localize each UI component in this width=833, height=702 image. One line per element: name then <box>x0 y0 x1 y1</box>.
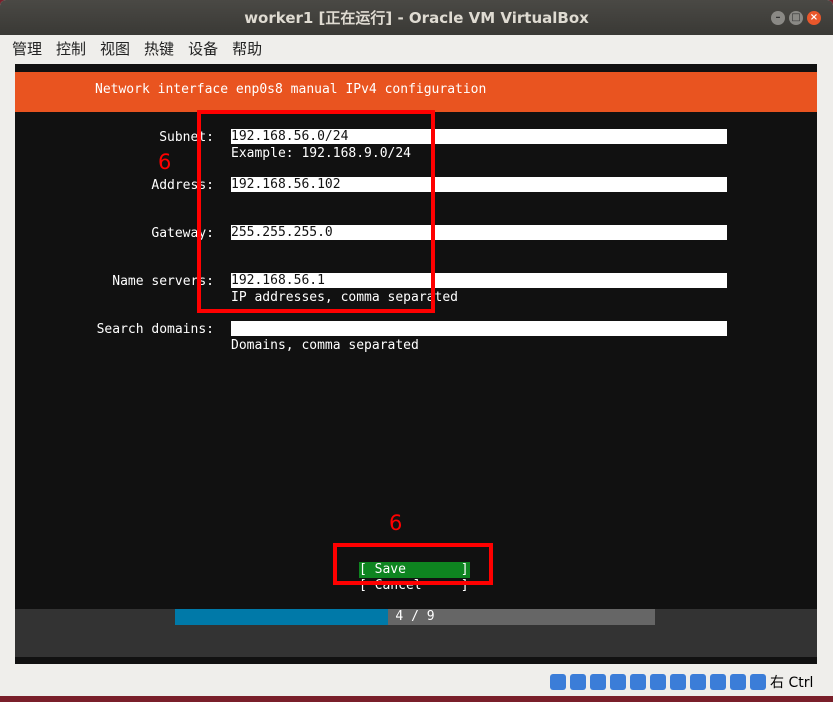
network-icon[interactable] <box>610 674 626 690</box>
title-bar: worker1 [正在运行] - Oracle VM VirtualBox – … <box>0 0 833 35</box>
mouse-integration-icon[interactable] <box>730 674 746 690</box>
video-capture-icon[interactable] <box>690 674 706 690</box>
menu-hotkeys[interactable]: 热键 <box>144 35 174 64</box>
menu-bar: 管理 控制 视图 热键 设备 帮助 <box>0 35 833 64</box>
optical-icon[interactable] <box>570 674 586 690</box>
window-title: worker1 [正在运行] - Oracle VM VirtualBox <box>244 9 589 27</box>
cpu-icon[interactable] <box>710 674 726 690</box>
host-key-label: 右 Ctrl <box>770 675 814 691</box>
annotation-number: 6 <box>389 511 403 535</box>
menu-view[interactable]: 视图 <box>100 35 130 64</box>
display-icon[interactable] <box>670 674 686 690</box>
usb-icon[interactable] <box>630 674 646 690</box>
menu-help[interactable]: 帮助 <box>232 35 262 64</box>
status-bar: 右 Ctrl <box>550 672 813 692</box>
search-domains-input[interactable] <box>231 321 727 336</box>
hdd-icon[interactable] <box>550 674 566 690</box>
installer-header: Network interface enp0s8 manual IPv4 con… <box>15 72 817 112</box>
shared-folder-icon[interactable] <box>650 674 666 690</box>
audio-icon[interactable] <box>590 674 606 690</box>
virtualbox-window: worker1 [正在运行] - Oracle VM VirtualBox – … <box>0 0 833 696</box>
menu-control[interactable]: 控制 <box>56 35 86 64</box>
close-button[interactable]: × <box>807 11 821 25</box>
menu-devices[interactable]: 设备 <box>188 35 218 64</box>
search-domains-hint: Domains, comma separated <box>231 338 419 353</box>
menu-manage[interactable]: 管理 <box>12 35 42 64</box>
progress-text: 4 / 9 <box>395 609 435 624</box>
progress-fill <box>175 609 389 625</box>
annotation-number: 6 <box>158 150 172 174</box>
minimize-button[interactable]: – <box>771 11 785 25</box>
keyboard-icon[interactable] <box>750 674 766 690</box>
progress-bar: 4 / 9 <box>175 609 655 625</box>
maximize-button[interactable]: □ <box>789 11 803 25</box>
annotation-box-save <box>333 543 493 585</box>
search-domains-label: Search domains: <box>96 322 214 337</box>
annotation-box-fields <box>197 110 435 313</box>
